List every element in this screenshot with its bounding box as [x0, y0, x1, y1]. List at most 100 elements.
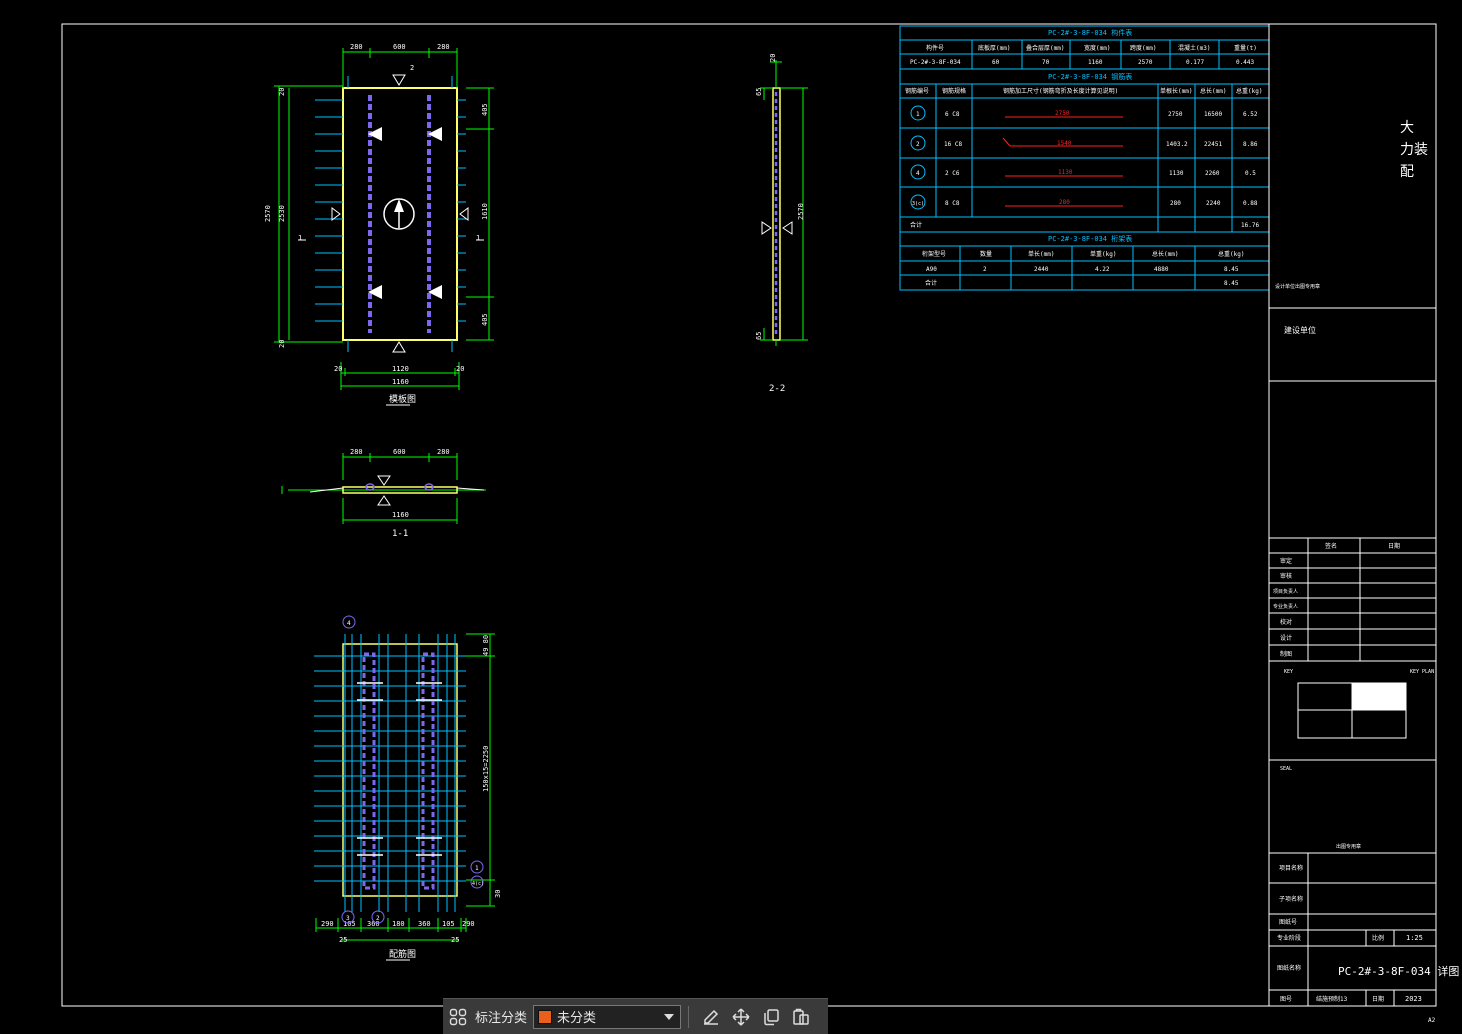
grid-menu-icon[interactable]	[443, 1002, 473, 1032]
drawing-name: PC-2#-3-8F-034 详图	[1338, 964, 1459, 978]
t1-h0: 构件号	[926, 44, 944, 52]
t1-h3: 宽度(mm)	[1084, 44, 1110, 52]
category-select[interactable]: 未分类	[533, 1004, 682, 1029]
t2-r3-total: 2240	[1206, 200, 1221, 207]
t2-r2-spec: 2 C6	[945, 170, 960, 177]
t2-h0: 钢筋编号	[905, 87, 929, 95]
lift-point-1	[368, 127, 382, 141]
date-label: 日期	[1372, 995, 1384, 1003]
rebar-vertical-bars	[344, 634, 456, 912]
t2-r3-wt: 0.88	[1243, 200, 1258, 207]
t2-r1-len: 1403.2	[1166, 141, 1188, 148]
no-value: 结施预制13	[1316, 995, 1348, 1003]
t3-r1: 2	[983, 266, 987, 273]
t2-h1: 钢筋规格	[942, 87, 966, 95]
section-2-2-marker-left	[761, 221, 772, 235]
t2-r0-len: 2750	[1168, 111, 1183, 118]
t2-r2-shape: 1130	[1058, 169, 1073, 176]
dim-right-1: 405	[481, 103, 489, 116]
t3-sum: 8.45	[1224, 280, 1239, 287]
marker-right-label: 1	[476, 234, 480, 242]
t2-h2: 钢筋加工尺寸(钢筋弯折及长度计算见说明)	[1003, 87, 1118, 95]
t3-h4: 总长(mm)	[1152, 250, 1178, 258]
t2-r1-wt: 8.86	[1243, 141, 1258, 148]
t2-r2-total: 2260	[1205, 170, 1220, 177]
t2-r1-no: 2	[916, 141, 920, 148]
t3-r2: 2440	[1034, 266, 1049, 273]
t1-h4: 跨度(mm)	[1130, 44, 1156, 52]
t3-r0: A90	[926, 266, 937, 273]
stamp-line-2: 力装	[1400, 142, 1428, 158]
dim-left-bottom: 20	[278, 340, 286, 348]
drawing-no-label: 图纸号	[1279, 918, 1297, 926]
s22-dim-top: 20	[769, 54, 777, 62]
t1-r0: PC-2#-3-8F-034	[910, 59, 961, 66]
seal-label: SEAL	[1280, 766, 1292, 772]
rebar-caption: 配筋图	[389, 948, 416, 960]
t2-r3-shape: 280	[1059, 199, 1070, 206]
rebar-dim-1: 290	[321, 920, 334, 928]
rebar-dim-9: 25	[451, 936, 459, 944]
t2-r0-wt: 6.52	[1243, 111, 1258, 118]
section-1-1-marker-top	[377, 475, 391, 486]
marker-top	[392, 74, 406, 86]
t1-h5: 混凝土(m3)	[1178, 44, 1210, 52]
t2-r3-len: 280	[1170, 200, 1181, 207]
rebar-dim-7: 290	[462, 920, 475, 928]
t3-h5: 总重(kg)	[1218, 250, 1244, 258]
move-icon[interactable]	[726, 1002, 756, 1032]
elevation-view: 280 600 280 20 1120 20 1160 2570 2530 20…	[264, 43, 494, 406]
dim-right-2: 1610	[481, 203, 489, 220]
t3-r4: 4880	[1154, 266, 1169, 273]
dim-bottom-2: 1120	[392, 365, 409, 373]
t1-h6: 重量(t)	[1234, 44, 1257, 52]
t3-h1: 数量	[980, 250, 992, 258]
subproject-label: 子项名称	[1279, 895, 1303, 903]
s22-dim-b: 65	[755, 332, 763, 340]
t3-h3: 单重(kg)	[1090, 250, 1116, 258]
copy-icon[interactable]	[756, 1002, 786, 1032]
category-color-swatch	[538, 1009, 553, 1024]
t2-h3: 单根长(mm)	[1160, 87, 1192, 95]
t3-r5: 8.45	[1224, 266, 1239, 273]
rebar-dim-right-top: 49 80	[482, 635, 490, 656]
rebar-panel-outline	[342, 643, 458, 897]
section-1-1-marker-bottom	[377, 495, 391, 506]
dim-bottom-1: 20	[334, 365, 342, 373]
t2-r1-total: 22451	[1204, 141, 1222, 148]
rebar-dim-4: 180	[392, 920, 405, 928]
marker-bottom	[392, 341, 406, 353]
section-2-2-dims	[760, 61, 808, 341]
rebar-tag-5: 4(c)	[472, 881, 484, 887]
paste-icon[interactable]	[786, 1002, 816, 1032]
section-2-2-caption: 2-2	[769, 384, 785, 394]
elevation-dim-texts: 280 600 280 20 1120 20 1160 2570 2530 20…	[264, 43, 489, 386]
drawing-frame	[61, 23, 1437, 1007]
t2-r2-no: 4	[916, 170, 920, 177]
t1-r2: 70	[1042, 59, 1050, 66]
rebar-dim-6: 105	[442, 920, 455, 928]
drawing-name-label: 图纸名称	[1277, 964, 1301, 972]
t2-h5: 总重(kg)	[1236, 87, 1262, 95]
role-6: 设计	[1280, 634, 1292, 642]
dim-top-3: 280	[437, 43, 450, 51]
chevron-down-icon	[664, 1013, 675, 1020]
rebar-tag-3: 3	[346, 915, 350, 922]
t2-h4: 总长(mm)	[1200, 87, 1226, 95]
annotation-category-label: 标注分类	[475, 1011, 528, 1026]
t2-r0-total: 16500	[1204, 111, 1222, 118]
t2-r0-no: 1	[916, 111, 920, 118]
section-1-1: 280 600 280 1160 1-1	[281, 448, 486, 539]
cad-canvas[interactable]: 280 600 280 20 1120 20 1160 2570 2530 20…	[0, 0, 1462, 1034]
role-7: 制图	[1280, 650, 1292, 658]
table3-title: PC-2#-3-8F-034 桁架表	[1048, 234, 1132, 243]
t1-r6: 0.443	[1236, 59, 1254, 66]
dim-top-1: 280	[350, 43, 363, 51]
edit-icon[interactable]	[696, 1002, 726, 1032]
t2-sum: 16.76	[1241, 222, 1259, 229]
lift-point-2	[428, 127, 442, 141]
t2-r3-no: 3(c)	[912, 201, 924, 207]
t1-r5: 0.177	[1186, 59, 1204, 66]
t1-r4: 2570	[1138, 59, 1153, 66]
role-1: 审定	[1280, 557, 1292, 565]
